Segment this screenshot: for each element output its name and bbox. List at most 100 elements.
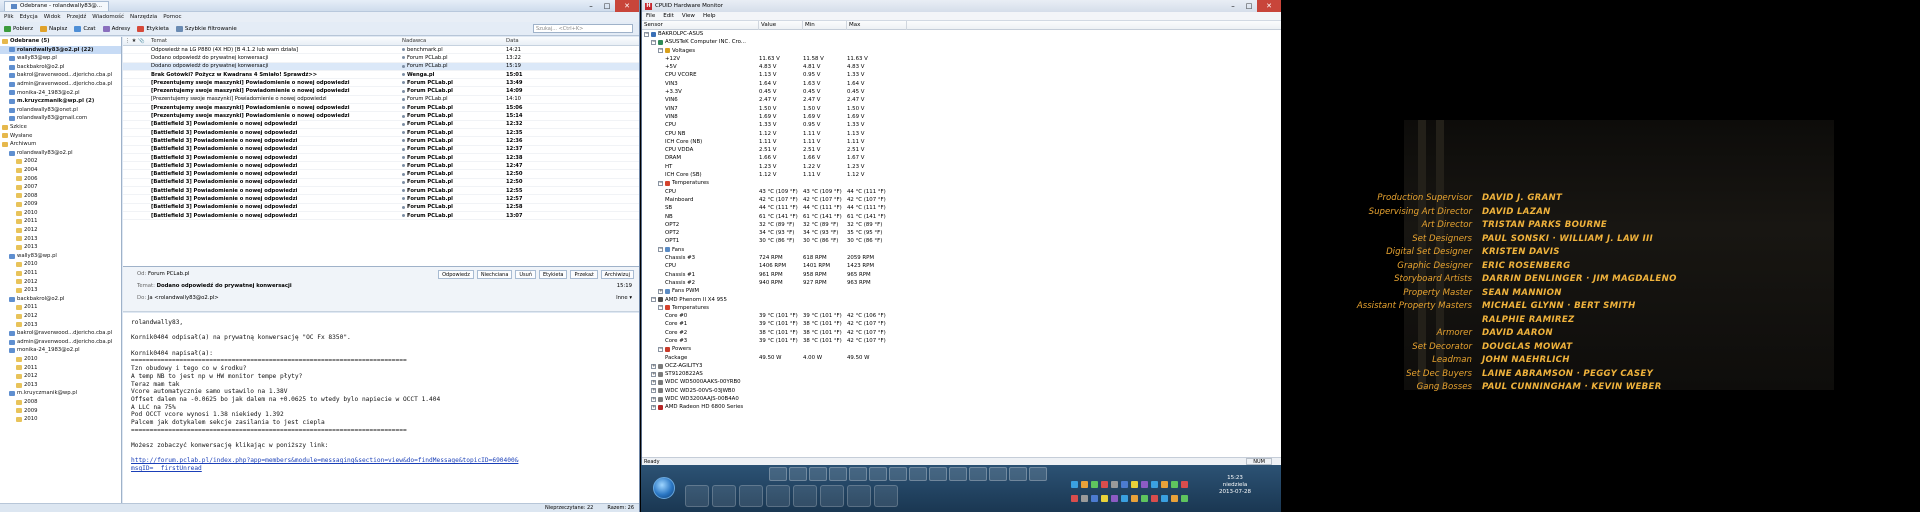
address-book-button[interactable]: Adresy bbox=[102, 25, 130, 32]
quicklaunch-app-icon[interactable] bbox=[989, 467, 1007, 481]
message-row[interactable]: [Battlefield 3] Powiadomienie o nowej od… bbox=[123, 179, 639, 188]
column-flags[interactable]: ⋮ ★ 📎 bbox=[123, 38, 149, 44]
quicklaunch-app-icon[interactable] bbox=[829, 467, 847, 481]
folder-item[interactable]: backbakrol@o2.pl bbox=[0, 63, 121, 72]
message-row[interactable]: Dodano odpowiedź do prywatnej konwersacj… bbox=[123, 62, 639, 71]
column-sensor[interactable]: Sensor bbox=[642, 20, 759, 30]
tab-inbox[interactable]: Odebrane - rolandwally83@... bbox=[4, 0, 109, 11]
archive-button[interactable]: Archiwizuj bbox=[600, 270, 634, 279]
tray-icon[interactable] bbox=[1101, 481, 1108, 488]
quicklaunch-app-icon[interactable] bbox=[849, 467, 867, 481]
minimize-button[interactable]: – bbox=[583, 0, 599, 12]
taskbar-app-icon[interactable] bbox=[847, 485, 871, 507]
menu-item[interactable]: Wiadomość bbox=[92, 14, 124, 20]
start-button[interactable] bbox=[653, 477, 675, 499]
message-row[interactable]: [Battlefield 3] Powiadomienie o nowej od… bbox=[123, 154, 639, 163]
expand-toggle-icon[interactable]: − bbox=[651, 297, 656, 303]
expand-toggle-icon[interactable]: + bbox=[651, 388, 656, 394]
tray-icon[interactable] bbox=[1131, 481, 1138, 488]
taskbar-app-icon[interactable] bbox=[739, 485, 763, 507]
sensor-row[interactable]: − Voltages bbox=[642, 47, 1281, 55]
folder-item[interactable]: bakrol@ravenwood...djericho.cba.pl bbox=[0, 329, 121, 338]
junk-button[interactable]: Niechciana bbox=[476, 270, 513, 279]
taskbar-app-icon[interactable] bbox=[685, 485, 709, 507]
clock[interactable]: 15:23 niedziela 2013-07-28 bbox=[1219, 475, 1251, 496]
expand-toggle-icon[interactable]: − bbox=[644, 31, 649, 37]
menu-item[interactable]: Widok bbox=[44, 14, 61, 20]
expand-toggle-icon[interactable]: − bbox=[658, 180, 663, 186]
folder-item[interactable]: backbakrol@o2.pl bbox=[0, 295, 121, 304]
menu-item[interactable]: Narzędzia bbox=[130, 14, 157, 20]
folder-item[interactable]: 2011 bbox=[0, 269, 121, 278]
message-row[interactable]: [Battlefield 3] Powiadomienie o nowej od… bbox=[123, 195, 639, 204]
folder-item[interactable]: bakrol@ravenwood...djericho.cba.pl bbox=[0, 71, 121, 80]
reply-button[interactable]: Odpowiedz bbox=[438, 270, 474, 279]
column-value[interactable]: Value bbox=[759, 20, 803, 30]
message-row[interactable]: [Prezentujemy swoje maszynki] Powiadomie… bbox=[123, 87, 639, 96]
hw-menu-item[interactable]: File bbox=[646, 13, 655, 19]
chat-button[interactable]: Czat bbox=[74, 25, 96, 32]
folder-item[interactable]: 2006 bbox=[0, 175, 121, 184]
tray-icon[interactable] bbox=[1111, 495, 1118, 502]
tray-icon[interactable] bbox=[1151, 481, 1158, 488]
quicklaunch-app-icon[interactable] bbox=[869, 467, 887, 481]
tray-icon[interactable] bbox=[1081, 495, 1088, 502]
quicklaunch-app-icon[interactable] bbox=[789, 467, 807, 481]
tag-button[interactable]: Etykieta bbox=[539, 270, 568, 279]
quicklaunch-app-icon[interactable] bbox=[949, 467, 967, 481]
taskbar-app-icon[interactable] bbox=[712, 485, 736, 507]
tray-icon[interactable] bbox=[1071, 481, 1078, 488]
hw-menu-item[interactable]: Help bbox=[703, 13, 716, 19]
expand-toggle-icon[interactable]: − bbox=[658, 305, 663, 311]
sensor-row[interactable]: + WDC WD5000AAKS-00YRB0 bbox=[642, 378, 1281, 386]
tray-icon[interactable] bbox=[1151, 495, 1158, 502]
sensor-row[interactable]: + ST9120822AS bbox=[642, 370, 1281, 378]
folder-item[interactable]: 2010 bbox=[0, 260, 121, 269]
message-link-cont[interactable]: msgID=__firstUnread bbox=[131, 465, 202, 472]
sensor-row[interactable]: − AMD Phenom II X4 955 bbox=[642, 296, 1281, 304]
folder-item[interactable]: 2012 bbox=[0, 372, 121, 381]
menu-item[interactable]: Przejdź bbox=[67, 14, 87, 20]
folder-item[interactable]: 2009 bbox=[0, 200, 121, 209]
hw-minimize-button[interactable]: – bbox=[1225, 0, 1241, 12]
search-input[interactable]: Szukaj... <Ctrl+K> bbox=[533, 24, 633, 33]
folder-item[interactable]: 2010 bbox=[0, 355, 121, 364]
hw-maximize-button[interactable]: □ bbox=[1241, 0, 1257, 12]
more-dropdown[interactable]: Inne ▾ bbox=[616, 295, 632, 301]
tray-icon[interactable] bbox=[1071, 495, 1078, 502]
message-row[interactable]: [Battlefield 3] Powiadomienie o nowej od… bbox=[123, 204, 639, 212]
folder-item[interactable]: wally83@wp.pl bbox=[0, 54, 121, 63]
message-row[interactable]: [Battlefield 3] Powiadomienie o nowej od… bbox=[123, 162, 639, 171]
expand-toggle-icon[interactable]: + bbox=[651, 371, 656, 377]
sensor-row[interactable]: + AMD Radeon HD 6800 Series bbox=[642, 403, 1281, 411]
folder-item[interactable]: monika-24_1983@o2.pl bbox=[0, 89, 121, 98]
message-row[interactable]: Brak Gotówki? Pożycz w Kwadrans 4 Śmiało… bbox=[123, 71, 639, 80]
hw-menu-item[interactable]: View bbox=[682, 13, 695, 19]
expand-toggle-icon[interactable]: + bbox=[651, 405, 656, 410]
folder-item[interactable]: monika-24_1983@o2.pl bbox=[0, 346, 121, 355]
tray-icon[interactable] bbox=[1131, 495, 1138, 502]
expand-toggle-icon[interactable]: − bbox=[658, 247, 663, 253]
folder-item[interactable]: rolandwally83@o2.pl bbox=[0, 149, 121, 158]
quicklaunch-app-icon[interactable] bbox=[769, 467, 787, 481]
folder-item[interactable]: 2004 bbox=[0, 166, 121, 175]
message-row[interactable]: [Battlefield 3] Powiadomienie o nowej od… bbox=[123, 170, 639, 179]
tray-icon[interactable] bbox=[1181, 495, 1188, 502]
sensor-row[interactable]: − Temperatures bbox=[642, 179, 1281, 187]
tray-icon[interactable] bbox=[1121, 495, 1128, 502]
message-row[interactable]: Dodano odpowiedź do prywatnej konwersacj… bbox=[123, 54, 639, 63]
taskbar-app-icon[interactable] bbox=[766, 485, 790, 507]
to-value[interactable]: Ja <rolandwally83@o2.pl> bbox=[148, 295, 219, 301]
folder-item[interactable]: Archiwum bbox=[0, 140, 121, 149]
tray-icon[interactable] bbox=[1171, 481, 1178, 488]
quicklaunch-app-icon[interactable] bbox=[1029, 467, 1047, 481]
expand-toggle-icon[interactable]: − bbox=[658, 48, 663, 54]
quicklaunch-app-icon[interactable] bbox=[889, 467, 907, 481]
column-max[interactable]: Max bbox=[847, 20, 907, 30]
tag-button[interactable]: Etykieta bbox=[137, 25, 169, 32]
forward-button[interactable]: Przekaż bbox=[570, 270, 598, 279]
menu-item[interactable]: Plik bbox=[4, 14, 14, 20]
folder-item[interactable]: admin@ravenwood...djericho.cba.pl bbox=[0, 338, 121, 347]
column-min[interactable]: Min bbox=[803, 20, 847, 30]
tray-icon[interactable] bbox=[1141, 495, 1148, 502]
